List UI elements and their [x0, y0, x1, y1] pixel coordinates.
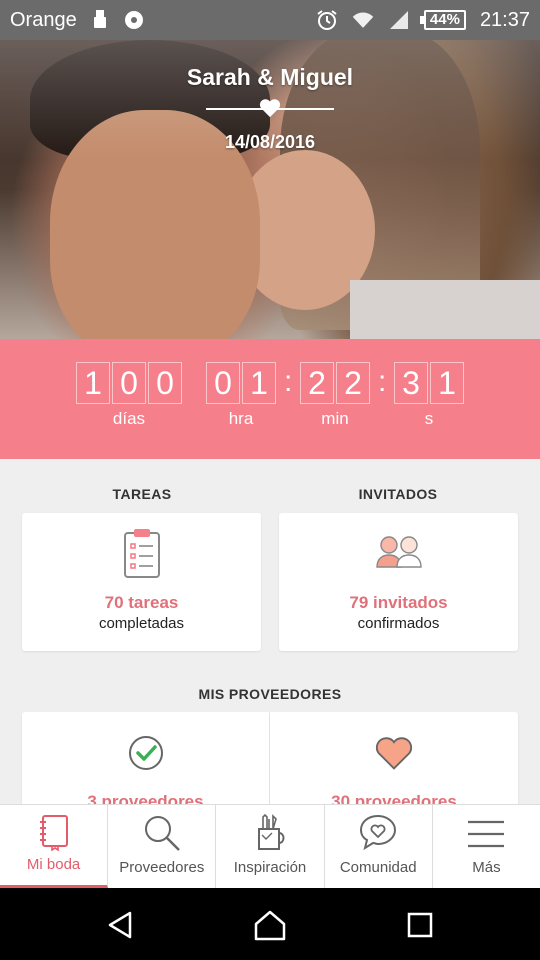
disc-icon [123, 9, 145, 31]
signal-icon [388, 9, 410, 31]
tasks-count: 70 tareas [104, 593, 179, 612]
usb-icon [89, 9, 111, 31]
system-navigation-bar [0, 888, 540, 960]
menu-icon [466, 819, 506, 853]
colon-separator: : [378, 365, 387, 398]
countdown: 1 0 0 0 1 : 2 2 : 3 1 días hra min s [0, 339, 540, 459]
tasks-heading: TAREAS [112, 486, 172, 502]
seconds-digit: 1 [430, 362, 464, 404]
tab-proveedores[interactable]: Proveedores [108, 805, 217, 888]
days-digit: 0 [112, 362, 146, 404]
guests-count: 79 invitados [349, 593, 448, 612]
tab-comunidad[interactable]: Comunidad [325, 805, 433, 888]
tab-mi-boda[interactable]: Mi boda [0, 805, 109, 888]
recents-icon[interactable] [403, 908, 437, 942]
minutes-label: min [321, 409, 349, 428]
vendors-heading: MIS PROVEEDORES [198, 686, 342, 702]
clipboard-checklist-icon [122, 527, 162, 584]
seconds-digit: 3 [394, 362, 428, 404]
hours-digit: 1 [242, 362, 276, 404]
colon-separator: : [284, 365, 293, 398]
guests-sub: confirmados [357, 615, 440, 632]
tasks-sub: completadas [98, 615, 185, 632]
days-digit: 0 [148, 362, 182, 404]
seconds-label: s [424, 409, 434, 428]
notebook-icon [38, 813, 70, 855]
couple-photo[interactable]: Sarah & Miguel 14/08/2016 [0, 40, 540, 339]
days-label: días [112, 409, 146, 428]
clock: 21:37 [479, 8, 530, 31]
alarm-icon [316, 9, 338, 31]
minutes-digit: 2 [300, 362, 334, 404]
minutes-digit: 2 [336, 362, 370, 404]
heart-icon [258, 96, 282, 120]
hours-label: hra [228, 409, 254, 428]
bottom-tab-bar: Mi boda Proveedores Inspiración Comunida… [0, 804, 540, 888]
check-circle-icon [127, 734, 165, 777]
tab-label: Inspiración [233, 859, 307, 876]
brushes-icon [253, 813, 287, 857]
search-icon [142, 813, 182, 857]
battery-indicator: 44% [419, 10, 466, 30]
tab-label: Proveedores [119, 859, 205, 876]
tab-mas[interactable]: Más [433, 805, 540, 888]
tab-label: Más [472, 859, 501, 876]
guests-icon [374, 533, 424, 574]
tab-inspiracion[interactable]: Inspiración [216, 805, 325, 888]
wedding-date: 14/08/2016 [224, 132, 316, 152]
guests-heading: INVITADOS [358, 486, 438, 502]
days-digit: 1 [76, 362, 110, 404]
heart-icon [375, 736, 413, 775]
tab-label: Comunidad [339, 859, 417, 876]
tab-label: Mi boda [26, 856, 81, 873]
chat-heart-icon [358, 813, 398, 855]
wifi-icon [352, 9, 374, 31]
home-icon[interactable] [253, 908, 287, 942]
back-icon[interactable] [104, 908, 138, 942]
guests-card[interactable]: 79 invitados confirmados [279, 513, 518, 651]
hours-digit: 0 [206, 362, 240, 404]
status-bar: Orange 44% 21:37 [0, 0, 540, 40]
tasks-card[interactable]: 70 tareas completadas [22, 513, 261, 651]
carrier-label: Orange [10, 8, 77, 31]
couple-names: Sarah & Miguel [186, 64, 354, 90]
